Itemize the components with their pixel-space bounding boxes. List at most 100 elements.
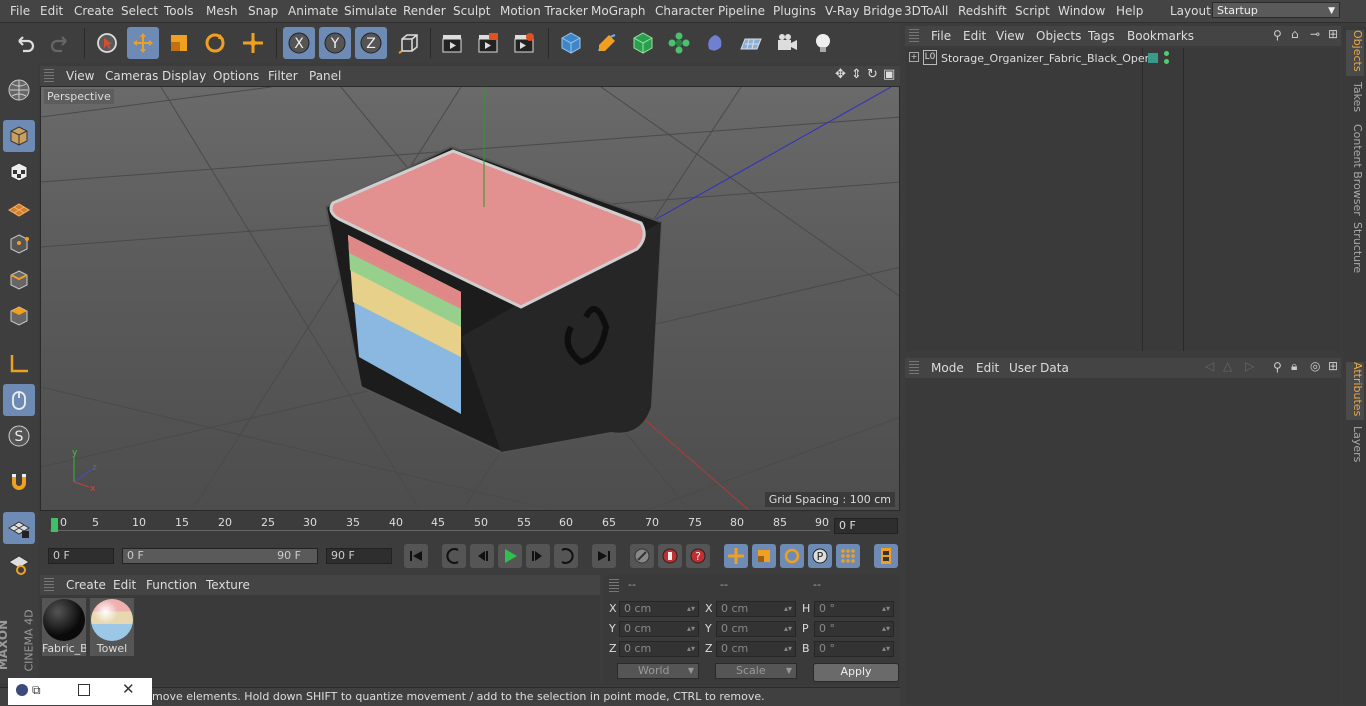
panel-grip[interactable] bbox=[44, 578, 54, 592]
camera-button[interactable] bbox=[771, 27, 803, 59]
points-mode-button[interactable] bbox=[3, 228, 35, 260]
live-selection-button[interactable] bbox=[91, 27, 123, 59]
make-editable-button[interactable] bbox=[3, 74, 35, 106]
playhead-marker[interactable] bbox=[51, 518, 58, 532]
new-panel-icon[interactable]: ⊞ bbox=[1328, 27, 1338, 41]
render-view-button[interactable] bbox=[436, 27, 468, 59]
mat-menu-edit[interactable]: Edit bbox=[113, 578, 136, 592]
deformer-button[interactable] bbox=[699, 27, 731, 59]
render-settings-button[interactable] bbox=[508, 27, 540, 59]
menu-tools[interactable]: Tools bbox=[164, 4, 194, 18]
menu-mesh[interactable]: Mesh bbox=[206, 4, 238, 18]
undo-button[interactable] bbox=[9, 27, 41, 59]
subdivision-surface-button[interactable] bbox=[627, 27, 659, 59]
keyframe-selection-button[interactable]: ? bbox=[686, 544, 710, 568]
menu-redshift[interactable]: Redshift bbox=[958, 4, 1007, 18]
tab-objects[interactable]: Objects bbox=[1346, 30, 1364, 76]
obj-menu-tags[interactable]: Tags bbox=[1088, 29, 1115, 43]
rotate-tool-button[interactable] bbox=[199, 27, 231, 59]
menu-animate[interactable]: Animate bbox=[288, 4, 338, 18]
tab-structure[interactable]: Structure bbox=[1346, 222, 1364, 273]
spinner-icon[interactable]: ▴▾ bbox=[882, 622, 890, 636]
size-z-field[interactable]: 0 cm ▴▾ bbox=[716, 641, 796, 657]
cube-object-button[interactable] bbox=[555, 27, 587, 59]
snapping-button[interactable]: S bbox=[3, 420, 35, 452]
edges-mode-button[interactable] bbox=[3, 264, 35, 296]
menu-help[interactable]: Help bbox=[1116, 4, 1143, 18]
obj-menu-view[interactable]: View bbox=[996, 29, 1024, 43]
tab-attributes[interactable]: Attributes bbox=[1346, 362, 1364, 420]
z-axis-lock-button[interactable]: Z bbox=[355, 27, 387, 59]
light-button[interactable] bbox=[807, 27, 839, 59]
polygons-mode-button[interactable] bbox=[3, 300, 35, 332]
menu-3dtoall[interactable]: 3DToAll bbox=[904, 4, 948, 18]
next-keyframe-button[interactable] bbox=[554, 544, 578, 568]
back-arrow-icon[interactable]: ◁ bbox=[1205, 359, 1214, 373]
search-icon[interactable]: ⚲ bbox=[1273, 28, 1282, 42]
apply-button[interactable]: Apply bbox=[813, 663, 899, 682]
menu-character[interactable]: Character bbox=[655, 4, 714, 18]
tab-layers[interactable]: Layers bbox=[1346, 426, 1364, 464]
mat-menu-texture[interactable]: Texture bbox=[206, 578, 250, 592]
vp-menu-view[interactable]: View bbox=[66, 69, 94, 83]
key-point-level-button[interactable] bbox=[836, 544, 860, 568]
menu-snap[interactable]: Snap bbox=[248, 4, 278, 18]
vp-menu-filter[interactable]: Filter bbox=[268, 69, 298, 83]
rotation-b-field[interactable]: 0 ° ▴▾ bbox=[814, 641, 894, 657]
target-icon[interactable]: ◎ bbox=[1310, 359, 1320, 373]
timeline-ruler[interactable]: 0 5 10 15 20 25 30 35 40 45 50 55 60 65 … bbox=[40, 512, 900, 540]
spinner-icon[interactable]: ▴▾ bbox=[687, 622, 695, 636]
menu-file[interactable]: File bbox=[10, 4, 30, 18]
ruler[interactable]: 0 5 10 15 20 25 30 35 40 45 50 55 60 65 … bbox=[50, 516, 830, 536]
panel-grip[interactable] bbox=[609, 579, 619, 593]
redo-button[interactable] bbox=[44, 27, 76, 59]
move-tool-button[interactable] bbox=[127, 27, 159, 59]
panel-grip[interactable] bbox=[909, 29, 919, 43]
obj-menu-objects[interactable]: Objects bbox=[1036, 29, 1081, 43]
object-row[interactable]: + L0 Storage_Organizer_Fabric_Black_Open bbox=[905, 50, 1341, 68]
previous-frame-button[interactable] bbox=[470, 544, 494, 568]
key-parameter-button[interactable]: P bbox=[808, 544, 832, 568]
spinner-icon[interactable]: ▴▾ bbox=[784, 622, 792, 636]
menu-mograph[interactable]: MoGraph bbox=[591, 4, 646, 18]
menu-vray-bridge[interactable]: V-Ray Bridge bbox=[825, 4, 902, 18]
object-name[interactable]: Storage_Organizer_Fabric_Black_Open bbox=[941, 52, 1152, 65]
obj-menu-edit[interactable]: Edit bbox=[963, 29, 986, 43]
layout-select[interactable]: Startup ▼ bbox=[1212, 2, 1340, 18]
zoom-view-icon[interactable]: ⇕ bbox=[851, 67, 862, 82]
rotation-p-field[interactable]: 0 ° ▴▾ bbox=[814, 621, 894, 637]
scale-tool-button[interactable] bbox=[163, 27, 195, 59]
spinner-icon[interactable]: ▴▾ bbox=[687, 642, 695, 656]
next-frame-button[interactable] bbox=[526, 544, 550, 568]
material-swatch[interactable]: Towel bbox=[90, 598, 134, 656]
size-x-field[interactable]: 0 cm ▴▾ bbox=[716, 601, 796, 617]
panel-grip[interactable] bbox=[909, 361, 919, 375]
rotate-view-icon[interactable]: ↻ bbox=[867, 67, 878, 82]
model-mode-button[interactable] bbox=[3, 120, 35, 152]
restore-icon[interactable]: ⧉ bbox=[32, 683, 41, 698]
key-scale-button[interactable] bbox=[752, 544, 776, 568]
frame-range-slider[interactable]: 0 F 90 F bbox=[122, 548, 318, 564]
rotation-h-field[interactable]: 0 ° ▴▾ bbox=[814, 601, 894, 617]
cloner-button[interactable] bbox=[663, 27, 695, 59]
mat-menu-function[interactable]: Function bbox=[146, 578, 197, 592]
y-axis-lock-button[interactable]: Y bbox=[319, 27, 351, 59]
search-icon[interactable]: ⚲ bbox=[1273, 360, 1282, 374]
timeline-window-button[interactable] bbox=[874, 544, 898, 568]
magnet-button[interactable] bbox=[3, 466, 35, 498]
size-y-field[interactable]: 0 cm ▴▾ bbox=[716, 621, 796, 637]
floor-button[interactable] bbox=[735, 27, 767, 59]
material-swatch[interactable]: Fabric_B bbox=[42, 598, 86, 656]
menu-sculpt[interactable]: Sculpt bbox=[453, 4, 490, 18]
vp-menu-options[interactable]: Options bbox=[213, 69, 259, 83]
workplane-lock-button[interactable] bbox=[3, 512, 35, 544]
previous-keyframe-button[interactable] bbox=[442, 544, 466, 568]
enable-axis-button[interactable] bbox=[3, 348, 35, 380]
record-keys-button[interactable] bbox=[630, 544, 654, 568]
transform-tool-button[interactable] bbox=[237, 27, 269, 59]
home-icon[interactable]: ⌂ bbox=[1291, 27, 1299, 41]
current-frame-field[interactable]: 0 F bbox=[834, 518, 898, 534]
expand-icon[interactable]: + bbox=[909, 52, 919, 62]
menu-edit[interactable]: Edit bbox=[40, 4, 63, 18]
arrow-icon[interactable]: ⊸ bbox=[1310, 27, 1320, 41]
